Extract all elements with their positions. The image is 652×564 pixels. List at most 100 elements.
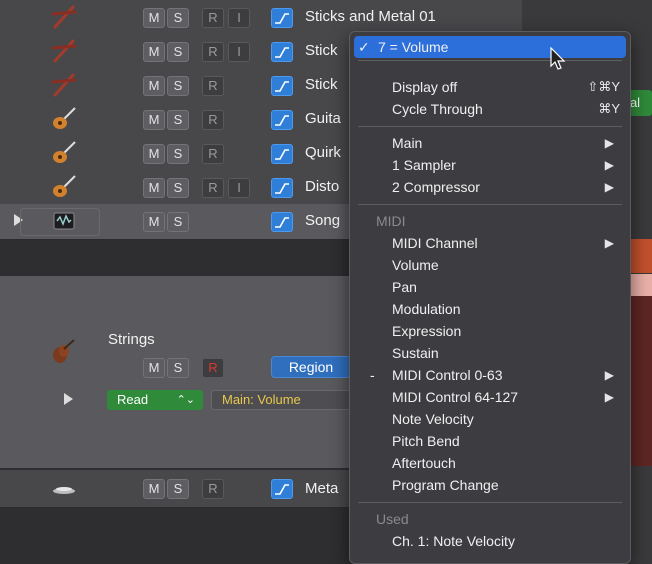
track-automation-button[interactable]	[271, 212, 293, 232]
record-button[interactable]: R	[202, 178, 224, 198]
track-automation-button[interactable]	[271, 42, 293, 62]
solo-button[interactable]: S	[167, 178, 189, 198]
menu-item[interactable]: Modulation	[350, 298, 630, 320]
menu-item[interactable]: Aftertouch	[350, 452, 630, 474]
mute-button[interactable]: M	[143, 110, 165, 130]
solo-button[interactable]: S	[167, 358, 189, 378]
menu-item-label: Sustain	[392, 345, 439, 361]
menu-item-shortcut: ⌘Y	[598, 101, 620, 116]
submenu-arrow-icon: ▶	[604, 158, 614, 172]
solo-button[interactable]: S	[167, 110, 189, 130]
mute-button[interactable]: M	[143, 212, 165, 232]
record-button[interactable]: R	[202, 110, 224, 130]
menu-item[interactable]: MIDI Channel ▶	[350, 232, 630, 254]
mute-button[interactable]: M	[143, 479, 165, 499]
record-button[interactable]: R	[202, 479, 224, 499]
menu-item-label: MIDI Control 64-127	[392, 389, 519, 405]
guitar-icon	[53, 107, 76, 129]
menu-item[interactable]: 2 Compressor ▶	[350, 176, 630, 198]
track-automation-button[interactable]	[271, 144, 293, 164]
menu-item[interactable]: Cycle Through ⌘Y	[350, 98, 630, 120]
drumsticks-icon	[51, 73, 77, 97]
submenu-arrow-icon: ▶	[604, 136, 614, 150]
menu-item[interactable]: Display off ⇧⌘Y	[350, 76, 630, 98]
mute-button[interactable]: M	[143, 358, 165, 378]
input-monitor-button[interactable]: I	[228, 8, 250, 28]
menu-separator	[358, 60, 622, 61]
menu-item-label: Main	[392, 135, 423, 151]
track-name: Strings	[108, 331, 155, 348]
menu-item-label: 2 Compressor	[392, 179, 480, 195]
menu-item[interactable]: Ch. 1: Note Velocity	[350, 530, 630, 552]
mute-button[interactable]: M	[143, 8, 165, 28]
track-automation-button[interactable]	[271, 110, 293, 130]
mute-button[interactable]: M	[143, 144, 165, 164]
menu-item[interactable]: Expression	[350, 320, 630, 342]
automation-parameter-select[interactable]: Main: Volume	[211, 390, 351, 410]
menu-item-shortcut: ⇧⌘Y	[587, 79, 620, 94]
metal-percussion-icon	[53, 487, 75, 494]
drumsticks-icon	[51, 39, 77, 63]
automation-parameter-menu: ✓ 7 = Volume Display off ⇧⌘Y Cycle Through ⌘Y…	[349, 31, 631, 564]
menu-item-label: Ch. 1: Note Velocity	[392, 533, 515, 549]
track-name: Disto	[305, 178, 340, 195]
region-button[interactable]: Region	[271, 356, 351, 378]
menu-separator	[358, 204, 622, 205]
track-name: Guita	[305, 110, 341, 127]
automation-curve-icon	[275, 217, 289, 228]
track-automation-button[interactable]	[271, 76, 293, 96]
solo-button[interactable]: S	[167, 42, 189, 62]
track-name: Quirk	[305, 144, 341, 161]
menu-item[interactable]: MIDI Control 64-127 ▶	[350, 386, 630, 408]
track-name: Stick	[305, 76, 338, 93]
automation-curve-icon	[275, 183, 289, 194]
track-name: Song	[305, 212, 341, 229]
record-button[interactable]: R	[202, 42, 224, 62]
mixed-state-mark: -	[370, 367, 375, 383]
menu-item[interactable]: Main ▶	[350, 132, 630, 154]
menu-item-label: Program Change	[392, 477, 499, 493]
solo-button[interactable]: S	[167, 8, 189, 28]
track-automation-button[interactable]	[271, 8, 293, 28]
input-monitor-button[interactable]: I	[228, 178, 250, 198]
menu-item[interactable]: Pitch Bend	[350, 430, 630, 452]
track-automation-button[interactable]	[271, 178, 293, 198]
menu-separator	[358, 126, 622, 127]
submenu-arrow-icon: ▶	[604, 368, 614, 382]
play-triangle-icon[interactable]	[64, 393, 73, 405]
automation-curve-icon	[275, 115, 289, 126]
mute-button[interactable]: M	[143, 178, 165, 198]
solo-button[interactable]: S	[167, 479, 189, 499]
solo-button[interactable]: S	[167, 144, 189, 164]
record-button[interactable]: R	[202, 8, 224, 28]
solo-button[interactable]: S	[167, 212, 189, 232]
track-automation-button[interactable]	[271, 479, 293, 499]
audio-file-icon	[53, 212, 75, 230]
automation-mode-select[interactable]: Read ⌃⌄	[107, 390, 203, 410]
menu-item[interactable]: Volume	[350, 254, 630, 276]
mute-button[interactable]: M	[143, 42, 165, 62]
menu-item[interactable]: Pan	[350, 276, 630, 298]
menu-item-label: Pan	[392, 279, 417, 295]
automation-curve-icon	[275, 47, 289, 58]
record-button[interactable]: R	[202, 76, 224, 96]
menu-item-label: Display off	[392, 79, 458, 95]
menu-item-label: Pitch Bend	[392, 433, 460, 449]
menu-item[interactable]: Note Velocity	[350, 408, 630, 430]
menu-item-selected[interactable]: ✓ 7 = Volume	[354, 36, 626, 58]
menu-item[interactable]: - MIDI Control 0-63 ▶	[350, 364, 630, 386]
solo-button[interactable]: S	[167, 76, 189, 96]
record-button[interactable]: R	[202, 358, 224, 378]
menu-item-label: MIDI Control 0-63	[392, 367, 503, 383]
checkmark-icon: ✓	[358, 39, 370, 55]
mute-button[interactable]: M	[143, 76, 165, 96]
menu-section-header: Used	[376, 511, 409, 527]
input-monitor-button[interactable]: I	[228, 42, 250, 62]
drumsticks-icon	[51, 5, 77, 29]
menu-item[interactable]: Sustain	[350, 342, 630, 364]
track-name: Stick	[305, 42, 338, 59]
menu-item[interactable]: 1 Sampler ▶	[350, 154, 630, 176]
menu-item[interactable]: Program Change	[350, 474, 630, 496]
record-button[interactable]: R	[202, 144, 224, 164]
track-name: Meta	[305, 480, 339, 497]
